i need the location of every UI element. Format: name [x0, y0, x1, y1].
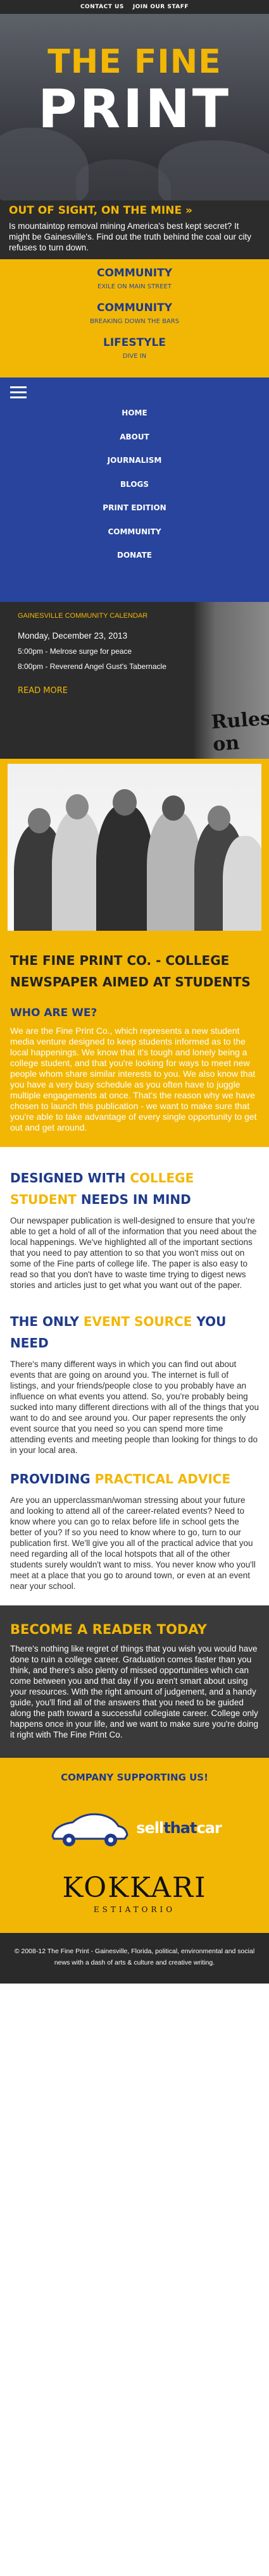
- section-item[interactable]: LIFESTYLE DIVE IN: [0, 336, 269, 360]
- nav-about[interactable]: ABOUT: [0, 426, 269, 450]
- become-reader-section: BECOME A READER TODAY There's nothing li…: [0, 1605, 269, 1758]
- kokkari-subtitle: ESTIATORIO: [93, 1905, 176, 1914]
- designed-text: Our newspaper publication is well-design…: [10, 1216, 257, 1290]
- students-photo: [8, 764, 261, 931]
- site-footer: © 2008-12 The Fine Print - Gainesville, …: [0, 1933, 269, 1984]
- hamburger-menu-icon[interactable]: [10, 386, 27, 402]
- section-list: COMMUNITY EXILE ON MAIN STREET COMMUNITY…: [0, 259, 269, 377]
- nav-community[interactable]: COMMUNITY: [0, 520, 269, 544]
- join-staff-link[interactable]: JOIN OUR STAFF: [133, 4, 189, 10]
- about-text: We are the Fine Print Co., which represe…: [10, 1026, 257, 1132]
- nav-blogs[interactable]: BLOGS: [0, 473, 269, 497]
- about-subheading: WHO ARE WE?: [10, 1007, 97, 1019]
- section-item[interactable]: COMMUNITY BREAKING DOWN THE BARS: [0, 302, 269, 325]
- featured-summary: Is mountaintop removal mining America's …: [9, 221, 252, 252]
- event-source-section: THE ONLY EVENT SOURCE YOU NEED There's m…: [0, 1311, 269, 1605]
- calendar-event[interactable]: 8:00pm - Reverend Angel Gust's Tabernacl…: [18, 662, 251, 671]
- section-item[interactable]: COMMUNITY EXILE ON MAIN STREET: [0, 267, 269, 290]
- become-reader-text: There's nothing like regret of things th…: [10, 1644, 259, 1739]
- designed-section: DESIGNED WITH COLLEGE STUDENT NEEDS IN M…: [0, 1147, 269, 1304]
- section-subtitle[interactable]: EXILE ON MAIN STREET: [0, 283, 269, 290]
- sponsors-heading: COMPANY SUPPORTING US!: [61, 1772, 208, 1783]
- students-photo-frame: [0, 759, 269, 936]
- contact-us-link[interactable]: CONTACT US: [80, 4, 124, 10]
- featured-story: OUT OF SIGHT, ON THE MINE » Is mountaint…: [0, 200, 269, 259]
- sponsors-section: COMPANY SUPPORTING US! sellthatcar KOKKA…: [0, 1758, 269, 1933]
- hero-banner: THE FINE PRINT: [0, 14, 269, 200]
- practical-heading: PROVIDING PRACTICAL ADVICE: [10, 1471, 231, 1487]
- about-section: THE FINE PRINT CO. - COLLEGE NEWSPAPER A…: [0, 936, 269, 1147]
- nav-home[interactable]: HOME: [0, 402, 269, 426]
- kokkari-logo[interactable]: KOKKARI ESTIATORIO: [10, 1872, 259, 1914]
- newspaper-image: Rules on: [193, 602, 269, 759]
- section-title[interactable]: COMMUNITY: [0, 302, 269, 314]
- calendar-date: Monday, December 23, 2013: [18, 631, 128, 641]
- logo-line-1[interactable]: THE FINE: [0, 46, 269, 78]
- nav-donate[interactable]: DONATE: [0, 544, 269, 568]
- footer-copyright: © 2008-12 The Fine Print - Gainesville, …: [14, 1947, 255, 1966]
- classic-car-icon: [51, 1813, 128, 1846]
- top-bar: CONTACT US JOIN OUR STAFF: [0, 0, 269, 14]
- practical-text: Are you an upperclassman/woman stressing…: [10, 1495, 256, 1591]
- rock-shape: [76, 159, 171, 200]
- section-title[interactable]: COMMUNITY: [0, 267, 269, 279]
- featured-headline[interactable]: OUT OF SIGHT, ON THE MINE »: [9, 204, 260, 217]
- event-source-text: There's many different ways in which you…: [10, 1359, 259, 1455]
- calendar-event[interactable]: 5:00pm - Melrose surge for peace: [18, 647, 251, 656]
- section-title[interactable]: LIFESTYLE: [0, 336, 269, 349]
- become-reader-heading: BECOME A READER TODAY: [10, 1622, 207, 1637]
- nav-print-edition[interactable]: PRINT EDITION: [0, 496, 269, 520]
- designed-heading: DESIGNED WITH COLLEGE STUDENT NEEDS IN M…: [10, 1170, 194, 1207]
- logo-line-2[interactable]: PRINT: [0, 82, 269, 135]
- rock-shape: [158, 140, 269, 200]
- newspaper-headline-text: Rules on: [210, 707, 269, 756]
- calendar-heading[interactable]: GAINESVILLE COMMUNITY CALENDAR: [18, 612, 251, 620]
- about-heading: THE FINE PRINT CO. - COLLEGE NEWSPAPER A…: [10, 953, 251, 990]
- community-calendar: Rules on GAINESVILLE COMMUNITY CALENDAR …: [0, 602, 269, 759]
- section-subtitle[interactable]: DIVE IN: [0, 353, 269, 360]
- sellthatcar-logo[interactable]: sellthatcar: [10, 1800, 259, 1856]
- read-more-link[interactable]: READ MORE: [18, 686, 251, 696]
- section-subtitle[interactable]: BREAKING DOWN THE BARS: [0, 318, 269, 325]
- event-source-heading: THE ONLY EVENT SOURCE YOU NEED: [10, 1314, 227, 1351]
- nav-journalism[interactable]: JOURNALISM: [0, 449, 269, 473]
- main-navigation: HOME ABOUT JOURNALISM BLOGS PRINT EDITIO…: [0, 377, 269, 602]
- kokkari-name: KOKKARI: [62, 1872, 207, 1904]
